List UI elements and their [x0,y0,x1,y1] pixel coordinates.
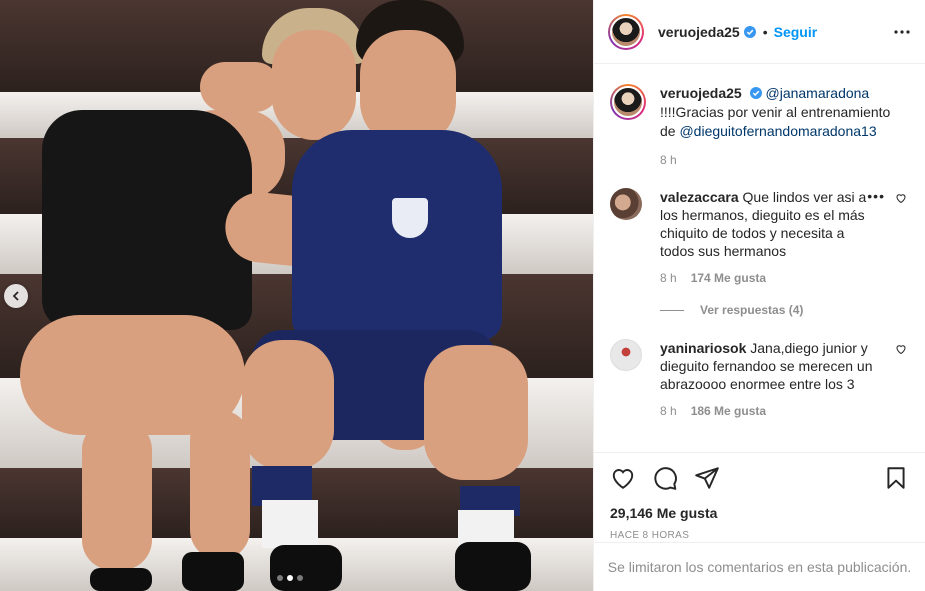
boy-face [360,30,456,146]
carousel-dot [277,575,283,581]
bookmark-icon[interactable] [883,465,909,491]
header-separator: • [762,23,768,40]
comment-avatar[interactable] [610,339,642,371]
girl-black-top [42,110,252,330]
comment-username[interactable]: valezaccara [660,189,739,205]
caption-meta: 8 h [660,151,900,170]
heart-icon[interactable] [610,465,636,491]
author-username[interactable]: veruojeda25 [658,24,740,40]
author-avatar[interactable] [608,13,644,50]
view-replies-label: Ver respuestas (4) [700,303,804,317]
verified-badge-icon [749,87,762,99]
caption-username[interactable]: veruojeda25 [660,85,742,101]
caption-body: veruojeda25 @janamaradona !!!!Gracias po… [660,84,900,170]
comment-likes[interactable]: 186 Me gusta [691,402,766,420]
likes-count[interactable]: 29,146 Me gusta [610,505,909,521]
girl-leg [82,420,152,570]
carousel-prev-button[interactable] [4,284,28,308]
carousel-dot [297,575,303,581]
comments-list[interactable]: veruojeda25 @janamaradona !!!!Gracias po… [594,64,925,452]
comment-meta: 8 h 186 Me gusta [660,402,878,420]
girl-shoe [90,568,152,591]
view-replies-button[interactable]: Ver respuestas (4) [660,303,909,317]
share-icon[interactable] [694,465,720,491]
club-crest [390,196,430,240]
comment-body: valezaccara Que lindos ver asi a los her… [660,188,878,287]
post-photo[interactable] [0,0,593,591]
comment-icon[interactable] [652,465,678,491]
comments-limited-notice: Se limitaron los comentarios en esta pub… [594,542,925,591]
girl-leg [190,410,250,560]
post-actions: 29,146 Me gusta HACE 8 HORAS [594,452,925,541]
caption-time: 8 h [660,153,677,167]
boy-sock [262,500,318,548]
chevron-left-icon [12,291,19,301]
carousel-dot-active [287,575,293,581]
caption-mention-2[interactable]: @dieguitofernandomaradona13 [679,123,876,139]
comment-avatar[interactable] [610,188,642,220]
comment-likes[interactable]: 174 Me gusta [691,269,766,287]
boy-shoe [270,545,342,591]
boy-knee [424,345,528,480]
comment-item: valezaccara Que lindos ver asi a los her… [610,188,909,287]
post-header: veruojeda25 • Seguir [594,0,925,64]
girl-shoe [182,552,244,591]
post-timeago[interactable]: HACE 8 HORAS [610,530,909,541]
action-icons [610,453,909,503]
comment-like-icon[interactable] [895,343,907,355]
carousel-dots [277,575,303,581]
caption: veruojeda25 @janamaradona !!!!Gracias po… [610,84,909,170]
boy-hand [200,62,280,112]
follow-button[interactable]: Seguir [774,24,818,40]
replies-line [660,309,684,311]
comment-item: yaninariosok Jana,diego junior y dieguit… [610,339,909,420]
comment-time: 8 h [660,271,677,285]
comment-body: yaninariosok Jana,diego junior y dieguit… [660,339,878,420]
girl-face [272,30,356,140]
boy-knee [242,340,334,470]
comment-meta: 8 h 174 Me gusta [660,269,878,287]
caption-avatar[interactable] [610,84,646,120]
boy-shoe [455,542,531,591]
more-options-icon [894,29,910,34]
comment-like-icon[interactable] [895,192,907,204]
comment-username[interactable]: yaninariosok [660,340,746,356]
verified-badge-icon [743,25,756,38]
caption-mention[interactable]: @janamaradona [766,85,870,101]
more-options-button[interactable] [893,23,911,41]
comment-options-button[interactable]: ••• [867,188,885,204]
post-sidebar: veruojeda25 • Seguir veruojeda25 @janama… [593,0,925,591]
comment-time: 8 h [660,404,677,418]
